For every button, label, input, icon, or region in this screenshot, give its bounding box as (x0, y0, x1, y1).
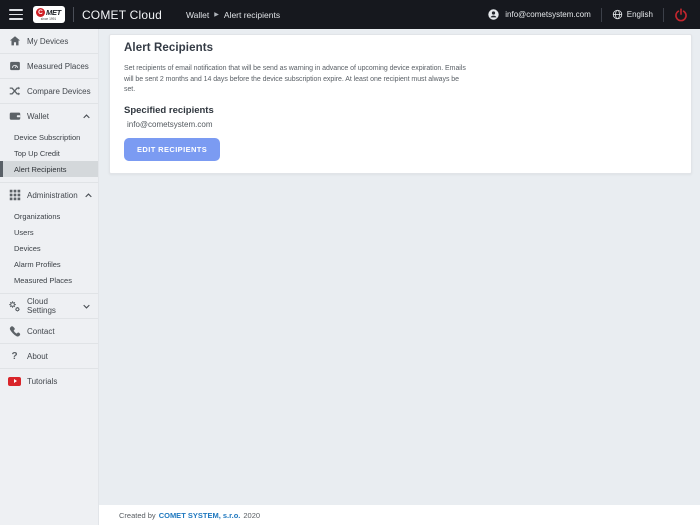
app-title: COMET Cloud (82, 8, 162, 22)
breadcrumb-parent[interactable]: Wallet (186, 10, 209, 20)
sidebar-nav: My Devices Measured Places Compare Devic… (0, 29, 99, 525)
sidebar-subitem-alert-recipients[interactable]: Alert Recipients (0, 161, 98, 177)
topbar-divider (601, 8, 602, 22)
sidebar-item-compare-devices[interactable]: Compare Devices (0, 78, 98, 103)
chevron-up-icon (84, 191, 93, 200)
phone-icon (8, 325, 21, 338)
sidebar-subitem-top-up-credit[interactable]: Top Up Credit (0, 145, 98, 161)
comet-logo-text: MET (46, 9, 61, 17)
logout-button[interactable] (674, 8, 688, 22)
sidebar-subitem-device-subscription[interactable]: Device Subscription (0, 129, 98, 145)
footer-prefix: Created by (119, 511, 156, 520)
chevron-up-icon (82, 112, 91, 121)
alert-recipients-card: Alert Recipients Set recipients of email… (109, 34, 692, 174)
sidebar-subitem-devices[interactable]: Devices (0, 240, 98, 256)
topbar-divider (663, 8, 664, 22)
sidebar-item-label: Administration (27, 191, 78, 200)
sidebar-subitem-organizations[interactable]: Organizations (0, 208, 98, 224)
footer: Created by COMET SYSTEM, s.r.o. 2020 (99, 505, 700, 525)
sidebar-subitem-label: Alarm Profiles (14, 260, 61, 269)
language-selector[interactable]: English (612, 9, 653, 20)
sidebar-item-administration[interactable]: Administration (0, 182, 98, 207)
description-text: Set recipients of email notification tha… (124, 64, 466, 96)
sidebar-item-label: My Devices (27, 37, 68, 46)
sidebar-item-label: Tutorials (27, 377, 57, 386)
user-email: info@cometsystem.com (505, 10, 590, 19)
sidebar-subitem-label: Top Up Credit (14, 149, 60, 158)
sidebar-item-label: Contact (27, 327, 55, 336)
breadcrumb-separator-icon: ▶ (214, 11, 219, 18)
breadcrumb-current: Alert recipients (224, 10, 280, 20)
sidebar-subitem-label: Device Subscription (14, 133, 80, 142)
sidebar-subitem-users[interactable]: Users (0, 224, 98, 240)
wallet-submenu: Device Subscription Top Up Credit Alert … (0, 128, 98, 182)
user-account-menu[interactable]: info@cometsystem.com (487, 8, 590, 21)
logo-divider (73, 7, 74, 22)
hamburger-menu-icon[interactable] (9, 9, 23, 20)
sidebar-item-tutorials[interactable]: Tutorials (0, 368, 98, 393)
grid-icon (8, 189, 21, 202)
sidebar-item-cloud-settings[interactable]: Cloud Settings (0, 293, 98, 318)
sidebar-item-label: Compare Devices (27, 87, 91, 96)
sidebar-subitem-label: Users (14, 228, 34, 237)
user-circle-icon (487, 8, 500, 21)
comet-logo-disc: C (36, 8, 45, 17)
compare-arrows-icon (8, 85, 21, 98)
main-content: Alert Recipients Set recipients of email… (99, 29, 700, 505)
breadcrumb: Wallet ▶ Alert recipients (186, 10, 280, 20)
company-link[interactable]: COMET SYSTEM, s.r.o. (159, 511, 241, 520)
sidebar-item-about[interactable]: ? About (0, 343, 98, 368)
home-icon (8, 35, 21, 48)
sidebar-subitem-label: Devices (14, 244, 41, 253)
page-title: Alert Recipients (124, 42, 677, 54)
top-bar: C MET since 1991 COMET Cloud Wallet ▶ Al… (0, 0, 700, 29)
comet-logo: C MET since 1991 (33, 6, 65, 22)
sidebar-item-label: Measured Places (27, 62, 89, 71)
gauge-icon (8, 60, 21, 73)
question-icon: ? (8, 350, 21, 363)
sidebar-item-my-devices[interactable]: My Devices (0, 29, 98, 53)
edit-recipients-button[interactable]: EDIT RECIPIENTS (124, 138, 220, 161)
specified-recipients-heading: Specified recipients (124, 105, 677, 116)
sidebar-subitem-measured-places[interactable]: Measured Places (0, 272, 98, 288)
language-label: English (627, 10, 653, 19)
chevron-down-icon (82, 302, 91, 311)
sidebar-item-label: Wallet (27, 112, 49, 121)
gears-icon (8, 300, 21, 313)
recipient-email: info@cometsystem.com (127, 120, 677, 129)
comet-logo-tagline: since 1991 (41, 18, 56, 21)
footer-year: 2020 (243, 511, 260, 520)
comet-cloud-app: C MET since 1991 COMET Cloud Wallet ▶ Al… (0, 0, 700, 525)
power-icon (674, 8, 688, 22)
youtube-icon (8, 375, 21, 388)
sidebar-subitem-label: Measured Places (14, 276, 72, 285)
sidebar-subitem-label: Organizations (14, 212, 60, 221)
sidebar-item-measured-places[interactable]: Measured Places (0, 53, 98, 78)
sidebar-item-contact[interactable]: Contact (0, 318, 98, 343)
globe-icon (612, 9, 623, 20)
wallet-icon (8, 110, 21, 123)
sidebar-item-label: Cloud Settings (27, 297, 76, 315)
sidebar-item-label: About (27, 352, 48, 361)
sidebar-subitem-alarm-profiles[interactable]: Alarm Profiles (0, 256, 98, 272)
sidebar-item-wallet[interactable]: Wallet (0, 103, 98, 128)
sidebar-subitem-label: Alert Recipients (14, 165, 67, 174)
administration-submenu: Organizations Users Devices Alarm Profil… (0, 207, 98, 293)
